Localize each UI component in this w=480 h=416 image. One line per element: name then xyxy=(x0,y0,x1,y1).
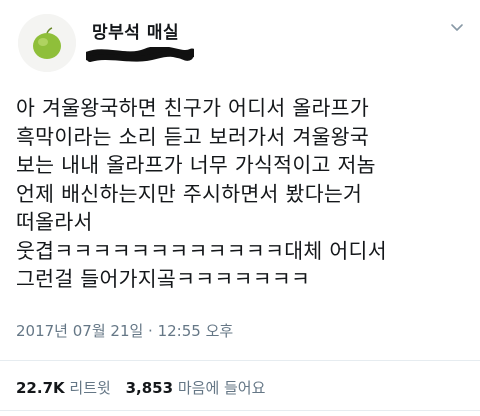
likes-stat[interactable]: 3,853 마음에 들어요 xyxy=(126,379,266,397)
tweet-stats: 22.7K 리트윗 3,853 마음에 들어요 xyxy=(16,377,275,398)
chevron-down-icon[interactable] xyxy=(448,18,466,36)
retweets-stat[interactable]: 22.7K 리트윗 xyxy=(16,379,116,397)
divider xyxy=(0,360,480,361)
tweet-line: 떠올라서 xyxy=(16,210,93,234)
tweet-line: 흑막이라는 소리 듣고 보러가서 겨울왕국 xyxy=(16,124,369,149)
tweet-timestamp[interactable]: 2017년 07월 21일 · 12:55 오후 xyxy=(16,320,233,341)
tweet-line: 그런걸 들어가지곸ㅋㅋㅋㅋㅋㅋㅋ xyxy=(16,267,311,291)
tweet-line: 언제 배신하는지만 주시하면서 봤다는거 xyxy=(16,181,363,206)
green-plum-icon xyxy=(18,14,76,72)
divider xyxy=(0,410,480,411)
avatar[interactable] xyxy=(18,14,76,72)
tweet-text: 아 겨울왕국하면 친구가 어디서 올라프가 흑막이라는 소리 듣고 보러가서 겨… xyxy=(16,94,470,294)
tweet-line: 보는 내내 올라프가 너무 가식적이고 저놈 xyxy=(16,153,376,177)
redacted-handle-scribble xyxy=(86,47,194,62)
retweets-label: 리트윗 xyxy=(69,379,111,397)
likes-label: 마음에 들어요 xyxy=(177,379,266,397)
retweets-count: 22.7K xyxy=(16,379,65,397)
tweet-line: 웃겹ㅋㅋㅋㅋㅋㅋㅋㅋㅋㅋㅋㅋ대체 어디서 xyxy=(16,238,387,263)
display-name[interactable]: 망부석 매실 xyxy=(92,18,179,43)
tweet-line: 아 겨울왕국하면 친구가 어디서 올라프가 xyxy=(16,96,369,120)
likes-count: 3,853 xyxy=(125,379,174,397)
